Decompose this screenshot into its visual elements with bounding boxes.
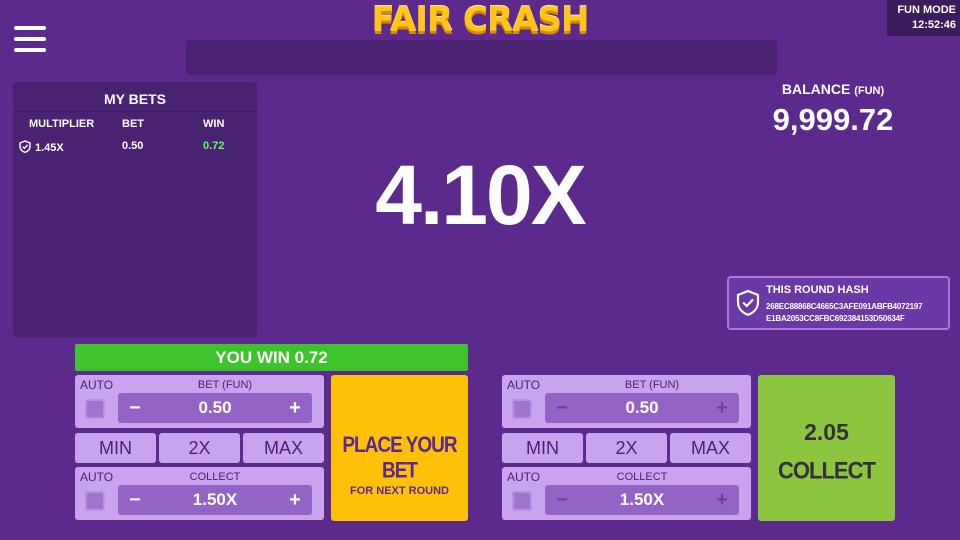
left-collect-panel: AUTO COLLECT 1.50X − + (75, 467, 324, 520)
hash-title: THIS ROUND HASH (766, 284, 869, 296)
auto-collect-label: AUTO (80, 470, 114, 484)
plus-icon[interactable]: + (708, 393, 736, 423)
auto-bet-checkbox[interactable] (512, 399, 532, 419)
shield-check-icon (19, 140, 31, 153)
hamburger-icon (14, 26, 46, 30)
bets-table: MULTIPLIER BET WIN 1.45X 0.50 0.72 (13, 118, 257, 162)
auto-bet-label: AUTO (507, 378, 541, 392)
place-bet-label: PLACE YOUR BET (342, 433, 457, 484)
my-bets-panel: MY BETS MULTIPLIER BET WIN 1.45X 0.50 0.… (13, 82, 257, 337)
plus-icon[interactable]: + (708, 485, 736, 515)
place-bet-button[interactable]: PLACE YOUR BET FOR NEXT ROUND (331, 375, 468, 521)
bet-stepper: 0.50 − + (118, 393, 312, 423)
mode-indicator: FUN MODE 12:52:46 (887, 0, 960, 36)
bet-stepper: 0.50 − + (545, 393, 739, 423)
min-button[interactable]: MIN (75, 433, 156, 463)
my-bets-title: MY BETS (13, 82, 257, 112)
game-logo: FAIR CRASH (371, 0, 590, 40)
balance-unit: (FUN) (854, 85, 885, 97)
place-bet-sublabel: FOR NEXT ROUND (350, 485, 449, 497)
round-hash-box[interactable]: THIS ROUND HASH 268EC88868C4665C3AFE091A… (727, 276, 950, 330)
auto-collect-label: AUTO (507, 470, 541, 484)
right-collect-panel: AUTO COLLECT 1.50X − + (502, 467, 751, 520)
auto-bet-checkbox[interactable] (85, 399, 105, 419)
minus-icon[interactable]: − (121, 485, 149, 515)
menu-button[interactable] (14, 26, 46, 52)
plus-icon[interactable]: + (281, 393, 309, 423)
collect-label: COLLECT (616, 471, 668, 483)
balance-value: 9,999.72 (772, 102, 894, 137)
collect-stepper: 1.50X − + (118, 485, 312, 515)
max-button[interactable]: MAX (243, 433, 324, 463)
minus-icon[interactable]: − (548, 393, 576, 423)
left-bet-panel: AUTO BET (FUN) 0.50 − + (75, 375, 324, 428)
collect-label: COLLECT (189, 471, 241, 483)
win-banner: YOU WIN 0.72 (75, 344, 468, 371)
shield-check-icon (736, 289, 760, 316)
table-row: 1.45X 0.50 0.72 (13, 140, 257, 162)
header-multiplier: MULTIPLIER (29, 118, 95, 130)
double-button[interactable]: 2X (159, 433, 240, 463)
double-button[interactable]: 2X (586, 433, 667, 463)
bet-amount: 0.50 (122, 140, 144, 152)
auto-collect-checkbox[interactable] (85, 491, 105, 511)
min-button[interactable]: MIN (502, 433, 583, 463)
auto-collect-checkbox[interactable] (512, 491, 532, 511)
max-button[interactable]: MAX (670, 433, 751, 463)
collect-stepper: 1.50X − + (545, 485, 739, 515)
round-history-bar (186, 40, 777, 75)
collect-amount: 2.05 (804, 419, 849, 445)
mode-label: FUN MODE (897, 4, 956, 16)
header-win: WIN (203, 118, 225, 130)
collect-button[interactable]: 2.05 COLLECT (758, 375, 895, 521)
collect-button-label: COLLECT (778, 456, 876, 485)
bet-label: BET (FUN) (197, 379, 253, 391)
bets-header-row: MULTIPLIER BET WIN (13, 118, 257, 140)
hash-line-1: 268EC88868C4665C3AFE091ABFB4072197 (766, 302, 923, 311)
bet-win: 0.72 (203, 140, 225, 152)
minus-icon[interactable]: − (121, 393, 149, 423)
balance-label: BALANCE (FUN) (781, 81, 885, 97)
hash-line-2: E1BA2053CC8FBC692384153D50634F (766, 314, 905, 323)
bet-multiplier: 1.45X (35, 142, 64, 154)
minus-icon[interactable]: − (548, 485, 576, 515)
auto-bet-label: AUTO (80, 378, 114, 392)
header-bet: BET (122, 118, 144, 130)
bet-label: BET (FUN) (624, 379, 680, 391)
clock: 12:52:46 (911, 19, 956, 31)
plus-icon[interactable]: + (281, 485, 309, 515)
right-bet-panel: AUTO BET (FUN) 0.50 − + (502, 375, 751, 428)
current-multiplier: 4.10X (375, 148, 587, 242)
